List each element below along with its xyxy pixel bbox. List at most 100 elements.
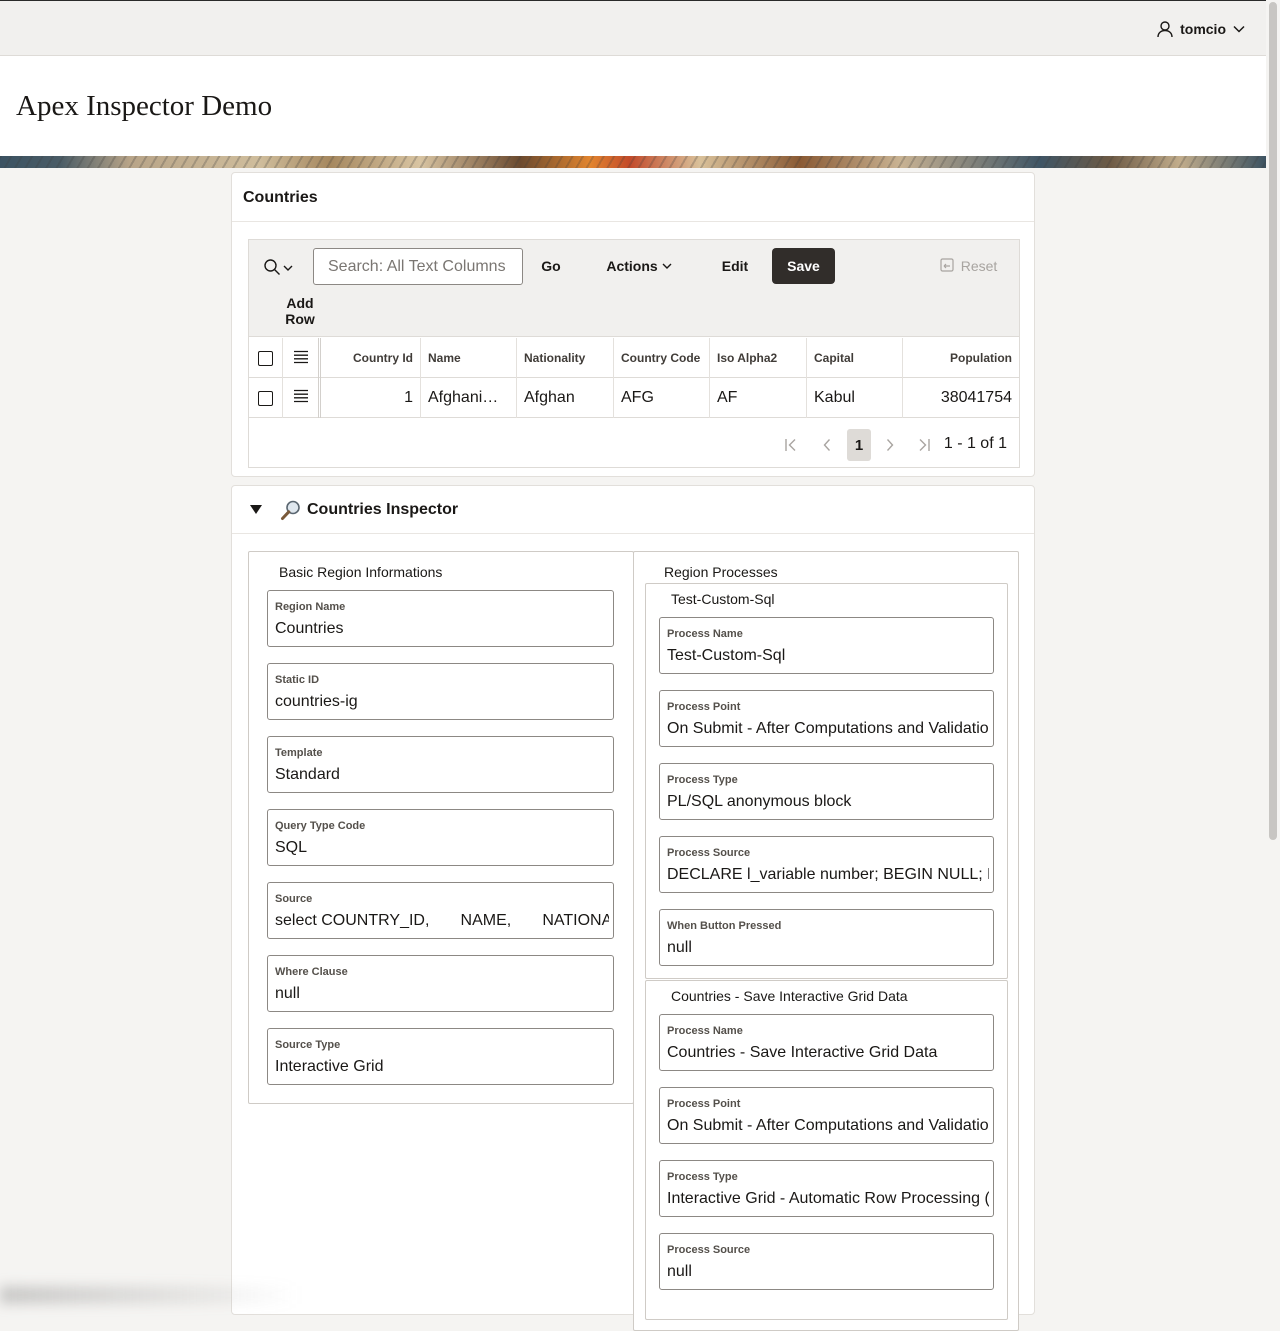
process-group-legend: Test-Custom-Sql bbox=[671, 591, 775, 607]
process-source-field[interactable]: Process Source DECLARE l_variable number… bbox=[659, 836, 994, 893]
collapse-toggle-icon[interactable] bbox=[248, 502, 264, 518]
column-header[interactable]: Country Code bbox=[614, 338, 710, 378]
process-type-field[interactable]: Process Type Interactive Grid - Automati… bbox=[659, 1160, 994, 1217]
actions-menu-button[interactable]: Actions bbox=[601, 248, 677, 284]
process-point-field[interactable]: Process Point On Submit - After Computat… bbox=[659, 1087, 994, 1144]
row-checkbox[interactable] bbox=[258, 390, 273, 406]
basic-info-fieldset: Basic Region Informations Region Name Co… bbox=[248, 551, 634, 1104]
field-label: Process Source bbox=[667, 1244, 751, 1256]
field-label: Process Name bbox=[667, 628, 743, 640]
cell-country-code[interactable]: AFG bbox=[614, 378, 710, 418]
region-name-field[interactable]: Region Name Countries bbox=[267, 590, 614, 647]
field-value: null bbox=[275, 985, 300, 1002]
table-row: 1 Afghani… Afghan AFG AF Kabul 38041754 bbox=[249, 378, 1019, 418]
cell-nationality[interactable]: Afghan bbox=[517, 378, 614, 418]
field-label: Source bbox=[275, 893, 313, 905]
field-label: Process Point bbox=[667, 701, 741, 713]
app-title: Apex Inspector Demo bbox=[16, 90, 273, 122]
add-row-button[interactable]: Add Row bbox=[265, 294, 335, 328]
top-navigation-bar: tomcio bbox=[0, 0, 1266, 56]
field-value: On Submit - After Computations and Valid… bbox=[667, 720, 989, 737]
field-label: Query Type Code bbox=[275, 820, 366, 832]
process-name-field[interactable]: Process Name Test-Custom-Sql bbox=[659, 617, 994, 674]
divider bbox=[232, 221, 1034, 222]
reset-button[interactable]: Reset bbox=[933, 248, 1003, 284]
template-field[interactable]: Template Standard bbox=[267, 736, 614, 793]
column-header[interactable]: Country Id bbox=[324, 338, 421, 378]
field-value: DECLARE l_variable number; BEGIN NULL; E… bbox=[667, 866, 989, 883]
page-scrollbar[interactable] bbox=[1266, 0, 1280, 1304]
column-header[interactable]: Iso Alpha2 bbox=[710, 338, 807, 378]
cell-capital[interactable]: Kabul bbox=[807, 378, 903, 418]
bottom-shadow bbox=[0, 1286, 300, 1304]
search-icon bbox=[263, 258, 281, 281]
chevron-down-icon bbox=[1232, 22, 1246, 36]
field-label: Process Point bbox=[667, 1098, 741, 1110]
query-type-code-field[interactable]: Query Type Code SQL bbox=[267, 809, 614, 866]
process-group-legend: Countries - Save Interactive Grid Data bbox=[671, 988, 908, 1004]
column-header[interactable]: Population bbox=[903, 338, 1019, 378]
field-label: Template bbox=[275, 747, 323, 759]
field-label: Process Type bbox=[667, 1171, 738, 1183]
field-value: On Submit - After Computations and Valid… bbox=[667, 1117, 989, 1134]
cell-name[interactable]: Afghani… bbox=[421, 378, 517, 418]
field-value: Countries bbox=[275, 620, 344, 637]
user-icon bbox=[1156, 20, 1174, 38]
search-column-menu[interactable] bbox=[263, 258, 299, 280]
column-header[interactable]: Nationality bbox=[517, 338, 614, 378]
current-page[interactable]: 1 bbox=[847, 429, 871, 461]
field-value: Interactive Grid - Automatic Row Process… bbox=[667, 1190, 989, 1207]
username-label: tomcio bbox=[1180, 21, 1226, 37]
chevron-down-icon bbox=[283, 260, 293, 278]
field-value: Countries - Save Interactive Grid Data bbox=[667, 1044, 938, 1061]
process-group: Countries - Save Interactive Grid Data P… bbox=[645, 980, 1008, 1320]
edit-button[interactable]: Edit bbox=[713, 248, 757, 284]
column-header[interactable]: Capital bbox=[807, 338, 903, 378]
source-type-field[interactable]: Source Type Interactive Grid bbox=[267, 1028, 614, 1085]
source-field[interactable]: Source select COUNTRY_ID, NAME, NATIONAL… bbox=[267, 882, 614, 939]
inspector-header: Countries Inspector bbox=[232, 486, 1034, 534]
search-input[interactable] bbox=[313, 248, 523, 285]
pagination: 1 1 - 1 of 1 bbox=[249, 420, 1019, 468]
next-page-icon[interactable] bbox=[881, 436, 899, 454]
cell-iso-alpha2[interactable]: AF bbox=[710, 378, 807, 418]
field-label: Where Clause bbox=[275, 966, 348, 978]
reset-label: Reset bbox=[960, 258, 998, 274]
inspector-region: Countries Inspector Basic Region Informa… bbox=[231, 485, 1035, 1331]
pagination-range: 1 - 1 of 1 bbox=[943, 435, 1007, 452]
field-value: Test-Custom-Sql bbox=[667, 647, 786, 664]
hamburger-icon bbox=[293, 350, 309, 367]
static-id-field[interactable]: Static ID countries-ig bbox=[267, 663, 614, 720]
previous-page-icon[interactable] bbox=[818, 436, 836, 454]
column-header[interactable]: Name bbox=[421, 338, 517, 378]
process-name-field[interactable]: Process Name Countries - Save Interactiv… bbox=[659, 1014, 994, 1071]
scrollbar-thumb[interactable] bbox=[1269, 2, 1277, 840]
hamburger-icon bbox=[293, 389, 309, 408]
cell-country-id[interactable]: 1 bbox=[324, 378, 421, 418]
select-all-cell bbox=[249, 338, 283, 378]
chevron-down-icon bbox=[662, 258, 672, 274]
field-label: Process Type bbox=[667, 774, 738, 786]
go-button[interactable]: Go bbox=[533, 248, 569, 284]
row-actions-button[interactable] bbox=[283, 378, 321, 418]
process-source-field[interactable]: Process Source null bbox=[659, 1233, 994, 1290]
select-all-checkbox[interactable] bbox=[258, 350, 273, 366]
countries-region: Countries Go Actions Edit Save bbox=[231, 172, 1035, 477]
where-clause-field[interactable]: Where Clause null bbox=[267, 955, 614, 1012]
cell-population[interactable]: 38041754 bbox=[903, 378, 1019, 418]
save-button[interactable]: Save bbox=[772, 248, 835, 284]
when-button-pressed-field[interactable]: When Button Pressed null bbox=[659, 909, 994, 966]
first-page-icon[interactable] bbox=[782, 436, 800, 454]
cell-name-text: Afghani… bbox=[428, 389, 499, 406]
field-label: Source Type bbox=[275, 1039, 341, 1051]
last-page-icon[interactable] bbox=[915, 436, 933, 454]
process-point-field[interactable]: Process Point On Submit - After Computat… bbox=[659, 690, 994, 747]
field-label: Region Name bbox=[275, 601, 346, 613]
field-value: Standard bbox=[275, 766, 340, 783]
process-type-field[interactable]: Process Type PL/SQL anonymous block bbox=[659, 763, 994, 820]
process-group: Test-Custom-Sql Process Name Test-Custom… bbox=[645, 583, 1008, 979]
field-value: select COUNTRY_ID, NAME, NATIONALITY bbox=[275, 912, 609, 929]
inspector-title: Countries Inspector bbox=[307, 501, 459, 518]
grid-header-row: Country Id Name Nationality Country Code… bbox=[249, 338, 1019, 378]
user-menu[interactable]: tomcio bbox=[1156, 16, 1246, 42]
